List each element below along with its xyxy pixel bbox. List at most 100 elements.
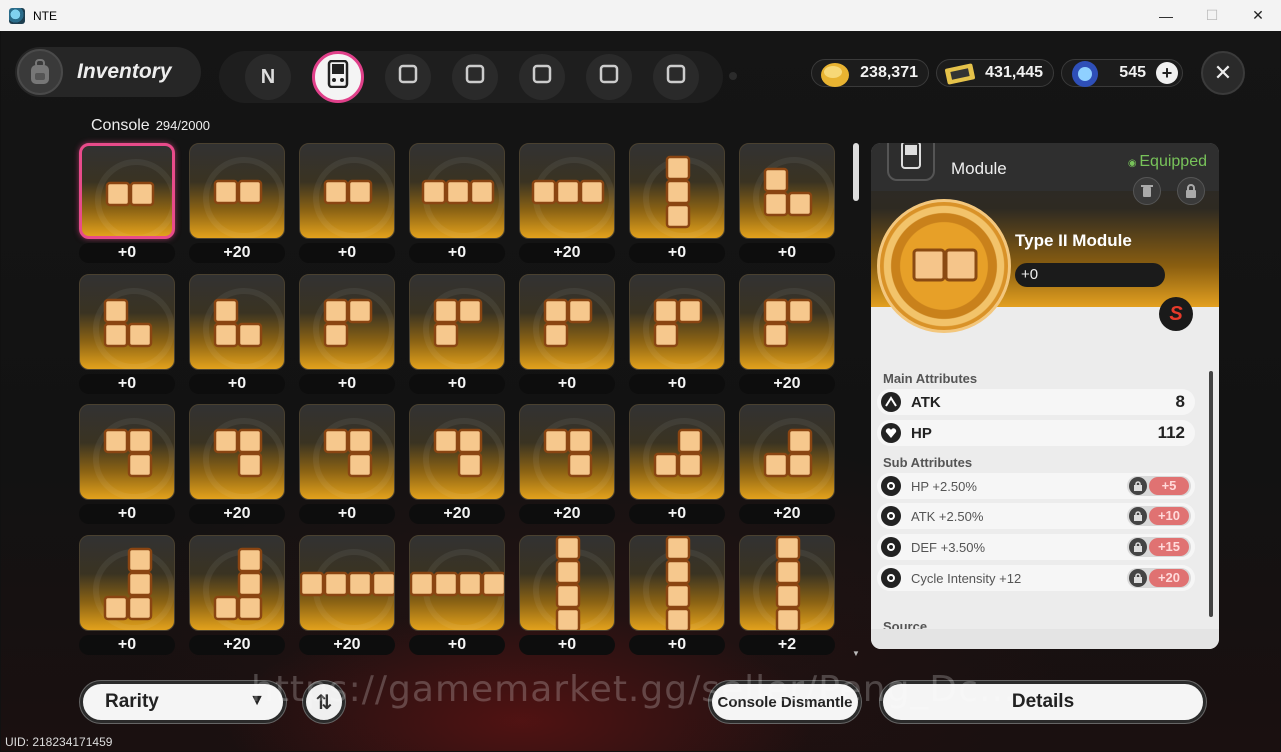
tab-console[interactable] [312, 51, 364, 103]
sub-attr-row: HP +2.50% +5 [877, 473, 1195, 499]
set-badge-icon: S [1159, 297, 1193, 331]
item-level-label: +0 [629, 243, 725, 263]
app-icon [9, 7, 25, 24]
module-item[interactable]: +0 [79, 143, 175, 265]
detail-scrollbar[interactable] [1209, 371, 1213, 617]
currency-ticket: 431,445 [936, 59, 1054, 87]
item-level-label: +0 [409, 634, 505, 655]
item-level-label: +0 [629, 373, 725, 394]
module-item[interactable]: +0 [409, 534, 505, 657]
add-crystal-button[interactable]: + [1156, 62, 1178, 84]
scroll-down-arrow[interactable]: ▼ [852, 649, 860, 658]
module-item[interactable]: +0 [629, 273, 725, 396]
inventory-header: Inventory [15, 47, 201, 97]
module-item[interactable]: +20 [189, 404, 285, 526]
module-shape-icon [519, 534, 615, 631]
details-button[interactable]: Details [880, 681, 1206, 723]
sort-order-button[interactable]: ⇅ [303, 681, 345, 723]
module-shape-icon [519, 143, 615, 239]
module-item[interactable]: +0 [79, 404, 175, 526]
module-item[interactable]: +0 [739, 143, 835, 265]
item-level-label: +0 [299, 373, 395, 394]
module-shape-icon [629, 273, 725, 370]
module-shape-icon [79, 273, 175, 370]
module-item[interactable]: +0 [299, 404, 395, 526]
module-item[interactable]: +0 [299, 273, 395, 396]
module-category-icon [887, 143, 935, 181]
fork-knife-icon [531, 63, 553, 91]
module-item[interactable]: +20 [409, 404, 505, 526]
close-window-button[interactable]: ✕ [1235, 0, 1281, 31]
module-item[interactable]: +0 [629, 534, 725, 657]
module-shape-icon [409, 534, 505, 631]
rarity-sort-dropdown[interactable]: Rarity ▼ [80, 681, 286, 723]
module-item[interactable]: +0 [189, 273, 285, 396]
module-medal-icon [877, 199, 1011, 333]
tab-box[interactable] [452, 54, 498, 100]
main-attributes-title: Main Attributes [883, 371, 978, 386]
item-level-label: +20 [299, 634, 395, 655]
module-item[interactable]: +0 [299, 143, 395, 265]
module-item[interactable]: +0 [629, 143, 725, 265]
item-level-label: +20 [409, 504, 505, 524]
module-item[interactable]: +20 [299, 534, 395, 657]
roll-value: +20 [1149, 569, 1189, 587]
rarity-label: Rarity [105, 691, 159, 712]
grid-scrollbar[interactable] [853, 143, 859, 201]
lock-icon [1129, 477, 1147, 495]
module-item[interactable]: +0 [519, 273, 615, 396]
module-item[interactable]: +0 [409, 273, 505, 396]
tab-home[interactable] [653, 54, 699, 100]
tab-fork-knife[interactable] [519, 54, 565, 100]
minimize-button[interactable]: — [1143, 0, 1189, 31]
roll-badge[interactable]: +5 [1127, 476, 1191, 496]
item-level-label: +0 [79, 634, 175, 655]
roll-badge[interactable]: +10 [1127, 506, 1191, 526]
module-item[interactable]: +20 [189, 143, 285, 265]
main-attr-hp: HP 112 [877, 420, 1195, 446]
module-shape-icon [79, 404, 175, 500]
roll-badge[interactable]: +15 [1127, 537, 1191, 557]
tab-n-logo[interactable]: N [245, 54, 291, 100]
sub-attr-row: Cycle Intensity +12 +20 [877, 565, 1195, 591]
console-count: 294/2000 [155, 118, 210, 133]
item-level-label: +0 [79, 243, 175, 263]
detail-panel-footer [871, 629, 1219, 649]
lock-button[interactable] [1177, 177, 1205, 205]
module-shape-icon [739, 404, 835, 500]
tab-card[interactable] [385, 54, 431, 100]
item-level-label: +0 [189, 373, 285, 394]
roll-value: +5 [1149, 477, 1189, 495]
trash-button[interactable] [1133, 177, 1161, 205]
module-item[interactable]: +20 [519, 143, 615, 265]
module-item[interactable]: +2 [739, 534, 835, 657]
module-shape-icon [79, 143, 175, 239]
module-item[interactable]: +20 [189, 534, 285, 657]
module-item[interactable]: +0 [519, 534, 615, 657]
window-title: NTE [33, 8, 57, 23]
module-item[interactable]: +0 [79, 273, 175, 396]
currency-ticket-value: 431,445 [985, 64, 1043, 81]
module-item[interactable]: +0 [409, 143, 505, 265]
console-dismantle-button[interactable]: Console Dismantle [709, 681, 861, 723]
module-item[interactable]: +0 [629, 404, 725, 526]
module-shape-icon [629, 534, 725, 631]
close-inventory-button[interactable]: ✕ [1201, 51, 1245, 95]
module-item[interactable]: +20 [739, 273, 835, 396]
module-shape-icon [409, 404, 505, 500]
backpack-icon [17, 49, 63, 95]
module-item[interactable]: +20 [519, 404, 615, 526]
maximize-button[interactable]: ☐ [1189, 0, 1235, 31]
module-item[interactable]: +20 [739, 404, 835, 526]
module-item[interactable]: +0 [79, 534, 175, 657]
roll-badge[interactable]: +20 [1127, 568, 1191, 588]
cube-icon [598, 63, 620, 91]
module-shape-icon [629, 143, 725, 239]
page-title: Inventory [77, 60, 172, 83]
sub-attr-name: Cycle Intensity +12 [911, 570, 1022, 586]
item-level-label: +0 [519, 634, 615, 655]
module-shape-icon [189, 143, 285, 239]
item-level-label: +20 [739, 373, 835, 394]
box-icon [464, 63, 486, 91]
tab-cube[interactable] [586, 54, 632, 100]
